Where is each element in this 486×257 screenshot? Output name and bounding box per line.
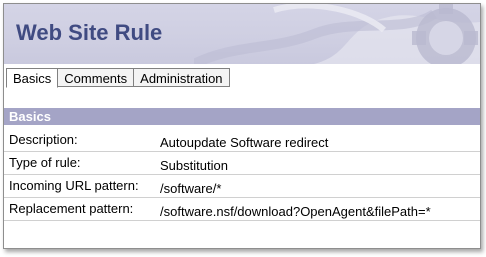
section-header-basics: Basics (4, 108, 480, 125)
field-value: /software.nsf/download?OpenAgent&filePat… (160, 204, 431, 219)
fields-table: Description: Autoupdate Software redirec… (4, 129, 480, 221)
tab-administration[interactable]: Administration (134, 68, 230, 87)
field-label: Type of rule: (9, 155, 81, 170)
title-banner: Web Site Rule (4, 4, 480, 64)
page-title: Web Site Rule (16, 20, 163, 45)
decorative-gear-icon (194, 4, 480, 64)
field-value: Autoupdate Software redirect (160, 135, 329, 150)
tab-basics[interactable]: Basics (6, 68, 59, 88)
field-row-incoming-url-pattern: Incoming URL pattern: /software/* (4, 175, 480, 198)
field-row-type-of-rule: Type of rule: Substitution (4, 152, 480, 175)
field-value: /software/* (160, 181, 222, 196)
tab-bar: Basics Comments Administration (6, 68, 230, 88)
field-label: Replacement pattern: (9, 201, 134, 216)
field-label: Incoming URL pattern: (9, 178, 139, 193)
tab-comments[interactable]: Comments (58, 68, 135, 87)
web-site-rule-form: Web Site Rule Basics Comments Administra… (3, 3, 481, 249)
field-row-description: Description: Autoupdate Software redirec… (4, 129, 480, 152)
field-value: Substitution (160, 158, 228, 173)
field-row-replacement-pattern: Replacement pattern: /software.nsf/downl… (4, 198, 480, 221)
field-label: Description: (9, 132, 78, 147)
